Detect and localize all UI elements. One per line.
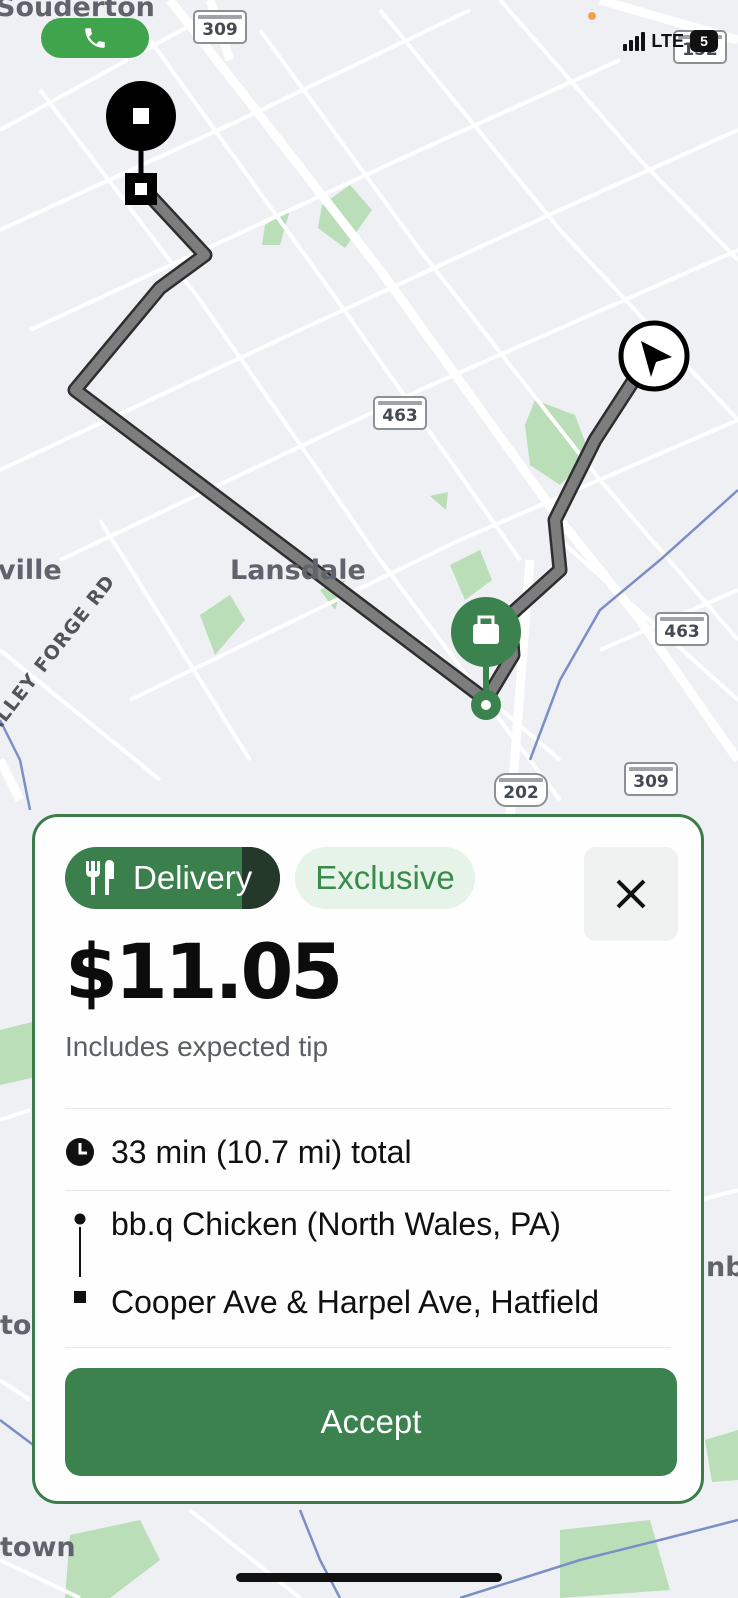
route-shield-label: 202 — [503, 782, 539, 803]
signal-icon — [623, 31, 646, 51]
route-shield-202: 202 — [494, 773, 548, 807]
route-shield-label: 309 — [202, 19, 238, 40]
route-shield-label: 309 — [633, 771, 669, 792]
route-shield-309-bottom: 309 — [624, 762, 678, 796]
offer-card: Delivery Exclusive $11.05 Includes expec… — [32, 814, 704, 1504]
status-bar: LTE 5 — [623, 30, 718, 52]
divider — [65, 1347, 671, 1348]
privacy-indicator — [588, 12, 596, 20]
battery-icon: 5 — [690, 30, 718, 52]
clock-icon — [66, 1138, 94, 1166]
trip-duration-row: 33 min (10.7 mi) total — [65, 1113, 412, 1191]
route-shield-309-top: 309 — [193, 10, 247, 44]
accept-button[interactable]: Accept — [65, 1368, 677, 1476]
battery-level: 5 — [700, 33, 708, 49]
home-indicator[interactable] — [236, 1573, 502, 1582]
map-label-ville: ville — [0, 555, 62, 586]
network-label: LTE — [651, 30, 684, 51]
map-label-town: town — [0, 1532, 76, 1563]
delivery-tag-label: Delivery — [133, 859, 253, 896]
call-button[interactable] — [41, 18, 149, 58]
map-label-nb: nb — [706, 1252, 738, 1283]
route-shield-463-center: 463 — [373, 396, 427, 430]
map-label-lansdale: Lansdale — [230, 555, 366, 586]
divider — [65, 1108, 671, 1109]
route-timeline-icon — [74, 1213, 86, 1303]
exclusive-tag: Exclusive — [295, 847, 475, 909]
offer-price: $11.05 — [65, 927, 343, 1016]
utensils-icon — [86, 860, 114, 895]
route-shield-463-right: 463 — [655, 612, 709, 646]
dropoff-location: Cooper Ave & Harpel Ave, Hatfield — [111, 1283, 599, 1320]
pickup-location: bb.q Chicken (North Wales, PA) — [111, 1205, 561, 1242]
delivery-tag: Delivery — [65, 847, 280, 909]
close-button[interactable] — [584, 847, 678, 941]
navigation-arrow-icon — [618, 320, 690, 392]
close-icon — [616, 879, 646, 909]
phone-icon — [85, 28, 105, 48]
divider — [65, 1190, 671, 1191]
route-shield-label: 463 — [664, 621, 700, 642]
map-label-to: to — [0, 1310, 32, 1341]
route-shield-label: 463 — [382, 405, 418, 426]
trip-duration: 33 min (10.7 mi) total — [111, 1133, 412, 1170]
price-note: Includes expected tip — [65, 1031, 329, 1062]
